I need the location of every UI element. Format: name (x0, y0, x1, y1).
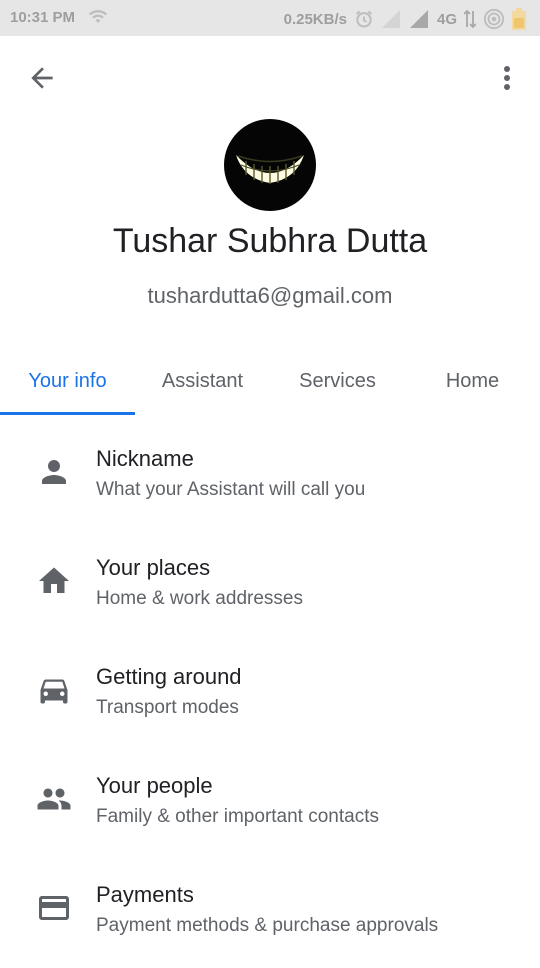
list-item-your-people[interactable]: Your people Family & other important con… (0, 759, 540, 859)
wifi-icon (88, 9, 108, 29)
item-title: Your people (96, 773, 213, 798)
tab-home[interactable]: Home (405, 348, 540, 414)
grin-avatar-image (236, 155, 304, 184)
list-item-getting-around[interactable]: Getting around Transport modes (0, 650, 540, 750)
item-subtitle: Payment methods & purchase approvals (96, 915, 439, 936)
alarm-icon (354, 9, 374, 29)
status-bar: 10:31 PM 0.25KB/s 4G (0, 0, 540, 36)
more-vert-icon (504, 66, 510, 90)
item-subtitle: Transport modes (96, 697, 239, 718)
list-item-nickname[interactable]: Nickname What your Assistant will call y… (0, 432, 540, 532)
more-options-button[interactable] (495, 62, 519, 94)
profile-name: Tushar Subhra Dutta (112, 222, 428, 260)
net-speed: 0.25KB/s (283, 10, 347, 28)
data-arrows-icon (464, 10, 476, 28)
item-title: Payments (96, 882, 194, 907)
active-tab-indicator (0, 412, 135, 415)
item-title: Getting around (96, 664, 242, 689)
status-time: 10:31 PM (10, 9, 76, 26)
list-item-payments[interactable]: Payments Payment methods & purchase appr… (0, 868, 540, 968)
list-item-your-places[interactable]: Your places Home & work addresses (0, 541, 540, 641)
hotspot-icon (483, 8, 505, 30)
battery-icon (512, 8, 526, 30)
item-subtitle: Family & other important contacts (96, 806, 379, 827)
item-subtitle: What your Assistant will call you (96, 479, 366, 500)
avatar[interactable] (224, 119, 316, 211)
item-title: Nickname (96, 446, 194, 471)
network-type: 4G (436, 10, 457, 28)
tab-services[interactable]: Services (270, 348, 405, 414)
arrow-back-icon (31, 67, 53, 89)
tab-bar: Your info Assistant Services Home (0, 348, 540, 416)
home-icon (36, 563, 72, 599)
car-icon (36, 672, 72, 708)
signal-icon-2 (408, 9, 430, 29)
item-title: Your places (96, 555, 211, 580)
people-icon (36, 781, 72, 817)
credit-card-icon (36, 890, 72, 926)
item-subtitle: Home & work addresses (96, 588, 303, 609)
back-button[interactable] (26, 62, 58, 94)
tab-assistant[interactable]: Assistant (135, 348, 270, 414)
signal-icon-1 (381, 9, 401, 29)
person-icon (36, 454, 72, 490)
tab-your-info[interactable]: Your info (0, 348, 135, 414)
profile-email: tushardutta6@gmail.com (147, 283, 393, 308)
